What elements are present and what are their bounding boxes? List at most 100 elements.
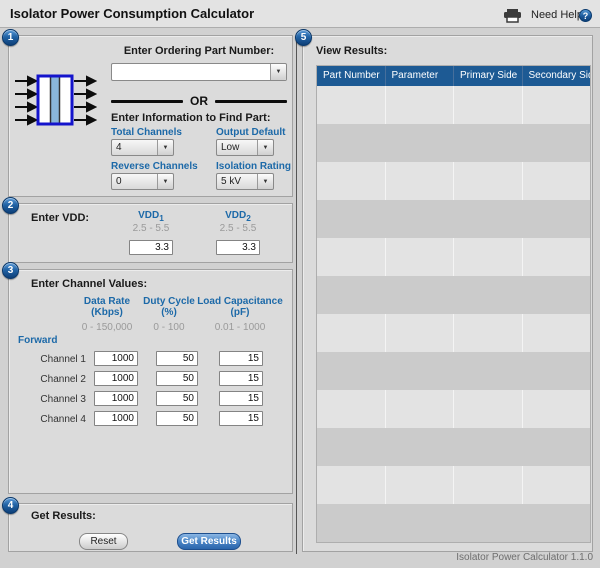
results-table-row xyxy=(317,352,590,390)
results-table-cell xyxy=(317,200,385,238)
step-4-badge: 4 xyxy=(2,497,19,514)
get-results-panel: Get Results: Reset Get Results xyxy=(8,503,293,552)
results-table-cell xyxy=(317,238,386,276)
results-table-cell xyxy=(454,238,523,276)
results-table-cell xyxy=(317,352,385,390)
channel-1-data-rate-input[interactable] xyxy=(94,351,138,366)
part-number-input[interactable] xyxy=(112,64,270,80)
column-header-part-number: Part Number xyxy=(317,66,386,86)
channel-4-load-capacitance-input[interactable] xyxy=(219,411,263,426)
results-table-cell xyxy=(522,352,590,390)
print-icon[interactable] xyxy=(503,9,522,28)
channel-3-duty-cycle-input[interactable] xyxy=(156,391,198,406)
results-table-cell xyxy=(317,504,385,542)
isolation-rating-label: Isolation Rating xyxy=(216,161,291,172)
results-table-cell xyxy=(522,124,590,162)
get-results-button[interactable]: Get Results xyxy=(177,533,241,550)
results-table-cell xyxy=(523,314,591,352)
results-table-cell xyxy=(386,390,455,428)
divider-line xyxy=(215,100,287,103)
results-table-row xyxy=(317,466,590,504)
results-table: Part Number Parameter Primary Side Secon… xyxy=(316,65,591,543)
reset-button[interactable]: Reset xyxy=(79,533,128,550)
part-selection-panel: Enter Ordering Part Number: ▼ OR Enter I… xyxy=(8,35,293,197)
results-table-cell xyxy=(385,352,453,390)
results-table-cell xyxy=(386,466,455,504)
step-2-badge: 2 xyxy=(2,197,19,214)
results-table-cell xyxy=(386,86,455,124)
vdd1-input[interactable] xyxy=(129,240,173,255)
results-table-cell xyxy=(454,428,522,466)
reverse-channels-select[interactable]: 0 ▼ xyxy=(111,173,174,190)
chevron-down-icon[interactable]: ▼ xyxy=(257,174,273,189)
channel-3-data-rate-input[interactable] xyxy=(94,391,138,406)
vdd2-range: 2.5 - 5.5 xyxy=(208,223,268,234)
column-divider xyxy=(296,35,297,554)
total-channels-value: 4 xyxy=(112,140,157,155)
results-table-cell xyxy=(454,276,522,314)
results-table-cell xyxy=(386,162,455,200)
channel-2-data-rate-input[interactable] xyxy=(94,371,138,386)
channel-3-label: Channel 3 xyxy=(9,392,86,407)
column-header-parameter: Parameter xyxy=(386,66,455,86)
channel-2-load-capacitance-input[interactable] xyxy=(219,371,263,386)
isolation-rating-value: 5 kV xyxy=(217,174,257,189)
part-number-combobox[interactable]: ▼ xyxy=(111,63,287,81)
results-table-cell xyxy=(385,428,453,466)
results-table-body xyxy=(317,86,590,542)
column-header-primary-side: Primary Side xyxy=(454,66,523,86)
duty-cycle-header: Duty Cycle(%) xyxy=(134,296,204,318)
results-table-cell xyxy=(522,200,590,238)
or-divider: OR xyxy=(111,94,287,108)
output-default-select[interactable]: Low ▼ xyxy=(216,139,274,156)
channel-4-duty-cycle-input[interactable] xyxy=(156,411,198,426)
ordering-part-number-label: Enter Ordering Part Number: xyxy=(111,45,287,57)
vdd2-input[interactable] xyxy=(216,240,260,255)
results-table-cell xyxy=(454,390,523,428)
results-table-cell xyxy=(317,86,386,124)
results-table-row xyxy=(317,200,590,238)
results-table-row xyxy=(317,124,590,162)
channel-4-data-rate-input[interactable] xyxy=(94,411,138,426)
channel-3-load-capacitance-input[interactable] xyxy=(219,391,263,406)
results-table-row xyxy=(317,428,590,466)
results-table-cell xyxy=(454,86,523,124)
chevron-down-icon[interactable]: ▼ xyxy=(270,64,286,80)
output-default-label: Output Default xyxy=(216,127,285,138)
channel-1-duty-cycle-input[interactable] xyxy=(156,351,198,366)
app-version: Isolator Power Calculator 1.1.0 xyxy=(456,552,593,563)
output-default-value: Low xyxy=(217,140,257,155)
page-title: Isolator Power Consumption Calculator xyxy=(10,0,254,27)
results-table-cell xyxy=(454,200,522,238)
results-table-cell xyxy=(385,124,453,162)
channel-1-load-capacitance-input[interactable] xyxy=(219,351,263,366)
results-table-cell xyxy=(317,390,386,428)
column-header-secondary-side: Secondary Side xyxy=(523,66,591,86)
results-table-row xyxy=(317,162,590,200)
chevron-down-icon[interactable]: ▼ xyxy=(157,140,173,155)
chevron-down-icon[interactable]: ▼ xyxy=(257,140,273,155)
results-table-cell xyxy=(317,276,385,314)
results-table-cell xyxy=(454,314,523,352)
channel-2-duty-cycle-input[interactable] xyxy=(156,371,198,386)
isolation-rating-select[interactable]: 5 kV ▼ xyxy=(216,173,274,190)
step-5-badge: 5 xyxy=(295,29,312,46)
chevron-down-icon[interactable]: ▼ xyxy=(157,174,173,189)
results-table-cell xyxy=(454,124,522,162)
total-channels-select[interactable]: 4 ▼ xyxy=(111,139,174,156)
view-results-panel: View Results: Part Number Parameter Prim… xyxy=(302,35,593,552)
duty-cycle-range: 0 - 100 xyxy=(134,322,204,333)
results-table-cell xyxy=(522,428,590,466)
isolator-power-calculator-app: Isolator Power Consumption Calculator Ne… xyxy=(0,0,600,568)
step-1-badge: 1 xyxy=(2,29,19,46)
vdd2-label: VDD2 xyxy=(208,210,268,223)
help-icon[interactable]: ? xyxy=(579,9,592,22)
reverse-channels-value: 0 xyxy=(112,174,157,189)
results-table-cell xyxy=(454,504,522,542)
results-table-cell xyxy=(386,314,455,352)
or-label: OR xyxy=(190,94,208,108)
results-table-cell xyxy=(317,314,386,352)
find-part-label: Enter Information to Find Part: xyxy=(111,112,271,124)
vdd1-label: VDD1 xyxy=(121,210,181,223)
results-table-row xyxy=(317,314,590,352)
